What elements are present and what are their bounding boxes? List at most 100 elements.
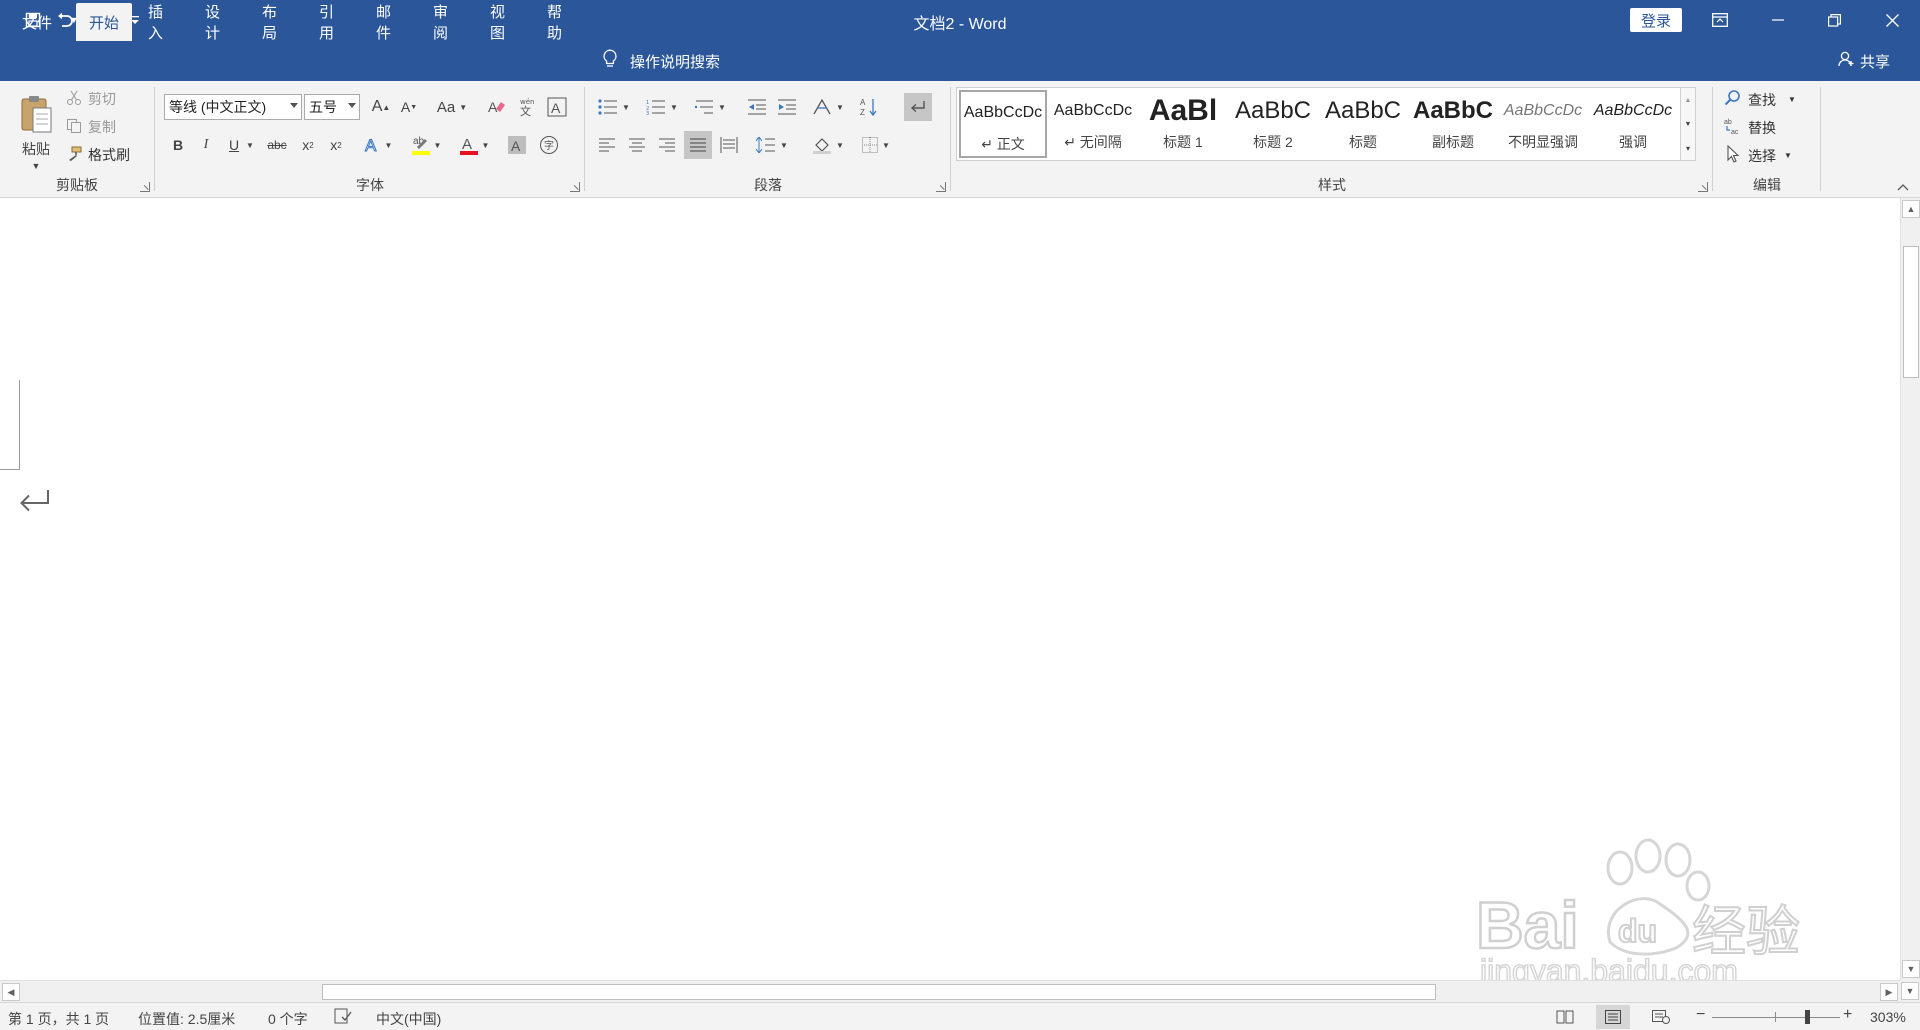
cut-button[interactable]: 剪切 (66, 89, 116, 109)
tab-home[interactable]: 开始 (76, 3, 132, 41)
tab-insert[interactable]: 插入 (136, 3, 184, 42)
clipboard-launcher-icon[interactable] (140, 182, 150, 192)
horizontal-scroll-thumb[interactable] (322, 984, 1436, 1000)
justify-icon[interactable] (684, 131, 712, 159)
gallery-scroll-down-icon[interactable]: ▼ (1681, 112, 1695, 136)
underline-icon[interactable]: U (222, 132, 246, 158)
style-emphasis[interactable]: AaBbCcDc 强调 (1589, 90, 1677, 158)
underline-dropdown-icon[interactable]: ▼ (244, 132, 256, 158)
paste-button[interactable]: 粘贴 ▼ (14, 87, 58, 177)
style-title[interactable]: AaBbC 标题 (1319, 90, 1407, 158)
align-center-icon[interactable] (624, 132, 650, 158)
grow-font-icon[interactable]: A ▲ (368, 94, 394, 120)
italic-icon[interactable]: I (194, 132, 218, 158)
decrease-indent-icon[interactable] (744, 94, 770, 120)
document-canvas[interactable] (0, 198, 1900, 980)
sort-icon[interactable]: AZ (856, 94, 882, 120)
style-heading-1[interactable]: AaBl 标题 1 (1139, 90, 1227, 158)
style-subtitle[interactable]: AaBbC 副标题 (1409, 90, 1497, 158)
bullets-icon[interactable]: ▼ (594, 94, 634, 120)
clear-formatting-icon[interactable]: A (484, 94, 510, 120)
tab-references[interactable]: 引用 (307, 3, 355, 42)
text-effects-icon[interactable]: A ▼ (358, 132, 398, 158)
tab-layout[interactable]: 布局 (250, 3, 298, 42)
borders-icon[interactable]: ▼ (856, 132, 896, 158)
gallery-more-icon[interactable]: ▾ (1681, 136, 1695, 160)
ribbon-display-options-icon[interactable] (1692, 0, 1748, 40)
scroll-down-icon[interactable]: ▼ (1902, 960, 1920, 978)
scroll-left-icon[interactable]: ◀ (2, 983, 20, 1001)
font-name-combo[interactable]: 等线 (中文正文) (164, 94, 302, 120)
gallery-scroll-up-icon[interactable]: ▲ (1681, 88, 1695, 112)
collapse-ribbon-icon[interactable] (1894, 179, 1912, 195)
multilevel-list-icon[interactable]: ▼ (690, 94, 730, 120)
align-right-icon[interactable] (654, 132, 680, 158)
tab-help[interactable]: 帮助 (535, 3, 583, 42)
scroll-up-icon[interactable]: ▲ (1902, 200, 1920, 218)
paragraph-launcher-icon[interactable] (936, 182, 946, 192)
scroll-right-icon[interactable]: ▶ (1880, 983, 1898, 1001)
font-color-icon[interactable]: A ▼ (454, 132, 494, 158)
line-spacing-icon[interactable]: ▼ (752, 132, 792, 158)
horizontal-scrollbar[interactable]: ◀ ▶ (0, 980, 1900, 1002)
font-size-combo[interactable]: 五号 (304, 94, 360, 120)
tab-mailings[interactable]: 邮件 (364, 3, 412, 42)
tab-view[interactable]: 视图 (478, 3, 526, 42)
tab-design[interactable]: 设计 (193, 3, 241, 42)
word-count[interactable]: 0 个字 (268, 1009, 308, 1029)
show-hide-marks-icon[interactable] (904, 93, 932, 121)
select-dropdown-icon[interactable]: ▼ (1784, 151, 1792, 160)
shading-icon[interactable]: ▼ (808, 132, 848, 158)
shrink-font-icon[interactable]: A ▼ (396, 94, 422, 120)
highlight-color-icon[interactable]: ab ▼ (406, 132, 446, 158)
font-launcher-icon[interactable] (570, 182, 580, 192)
bold-icon[interactable]: B (166, 132, 190, 158)
replace-button[interactable]: ab ac 替换 (1724, 117, 1776, 138)
numbering-icon[interactable]: 1 2 3 ▼ (642, 94, 682, 120)
cursor-position[interactable]: 位置值: 2.5厘米 (138, 1009, 235, 1029)
change-case-button[interactable]: Aa ▼ (432, 94, 472, 120)
restore-icon[interactable] (1806, 0, 1862, 40)
print-layout-icon[interactable] (1596, 1005, 1630, 1029)
zoom-in-button[interactable]: + (1843, 1006, 1852, 1024)
find-button[interactable]: 查找 ▼ (1724, 89, 1796, 110)
font-name-dropdown-icon[interactable] (290, 103, 298, 108)
superscript-icon[interactable]: x2 (324, 132, 348, 158)
character-border-icon[interactable]: A (544, 94, 570, 120)
styles-launcher-icon[interactable] (1698, 182, 1708, 192)
style-no-spacing[interactable]: AaBbCcDc ↵ 无间隔 (1049, 90, 1137, 158)
copy-button[interactable]: 复制 (66, 117, 116, 137)
font-size-dropdown-icon[interactable] (348, 103, 356, 108)
select-button[interactable]: 选择 ▼ (1724, 144, 1792, 166)
tab-file[interactable]: 文件 (10, 3, 64, 41)
share-button[interactable]: 共享 (1838, 43, 1890, 79)
distributed-icon[interactable] (716, 132, 742, 158)
zoom-out-button[interactable]: − (1696, 1006, 1705, 1024)
web-layout-icon[interactable] (1644, 1005, 1678, 1029)
read-mode-icon[interactable] (1548, 1005, 1582, 1029)
strikethrough-icon[interactable]: abc (262, 132, 292, 158)
proofing-icon[interactable] (334, 1008, 352, 1027)
format-painter-button[interactable]: 格式刷 (66, 145, 130, 165)
align-left-icon[interactable] (594, 132, 620, 158)
style-heading-2[interactable]: AaBbC 标题 2 (1229, 90, 1317, 158)
enclose-characters-icon[interactable]: 字 (536, 132, 562, 158)
vertical-scroll-thumb[interactable] (1903, 246, 1919, 378)
page-count[interactable]: 第 1 页，共 1 页 (8, 1009, 109, 1029)
tell-me-search[interactable]: 操作说明搜索 (602, 43, 720, 79)
vertical-scrollbar[interactable]: ▲ ▼ (1900, 198, 1920, 980)
login-button[interactable]: 登录 (1630, 8, 1682, 32)
character-shading-icon[interactable]: A (504, 132, 530, 158)
paste-dropdown-icon[interactable]: ▼ (32, 161, 41, 171)
close-icon[interactable] (1864, 0, 1920, 40)
asian-layout-icon[interactable]: ▼ (808, 94, 848, 120)
subscript-icon[interactable]: x2 (296, 132, 320, 158)
zoom-level[interactable]: 303% (1870, 1009, 1906, 1025)
phonetic-guide-icon[interactable]: wén 文 (514, 94, 540, 120)
increase-indent-icon[interactable] (774, 94, 800, 120)
zoom-slider-track[interactable] (1712, 1017, 1840, 1018)
page-scroll-icon[interactable]: ▼ (1901, 982, 1919, 1000)
style-subtle-emphasis[interactable]: AaBbCcDc 不明显强调 (1499, 90, 1587, 158)
zoom-slider-thumb[interactable] (1805, 1010, 1810, 1024)
minimize-icon[interactable] (1750, 0, 1806, 40)
